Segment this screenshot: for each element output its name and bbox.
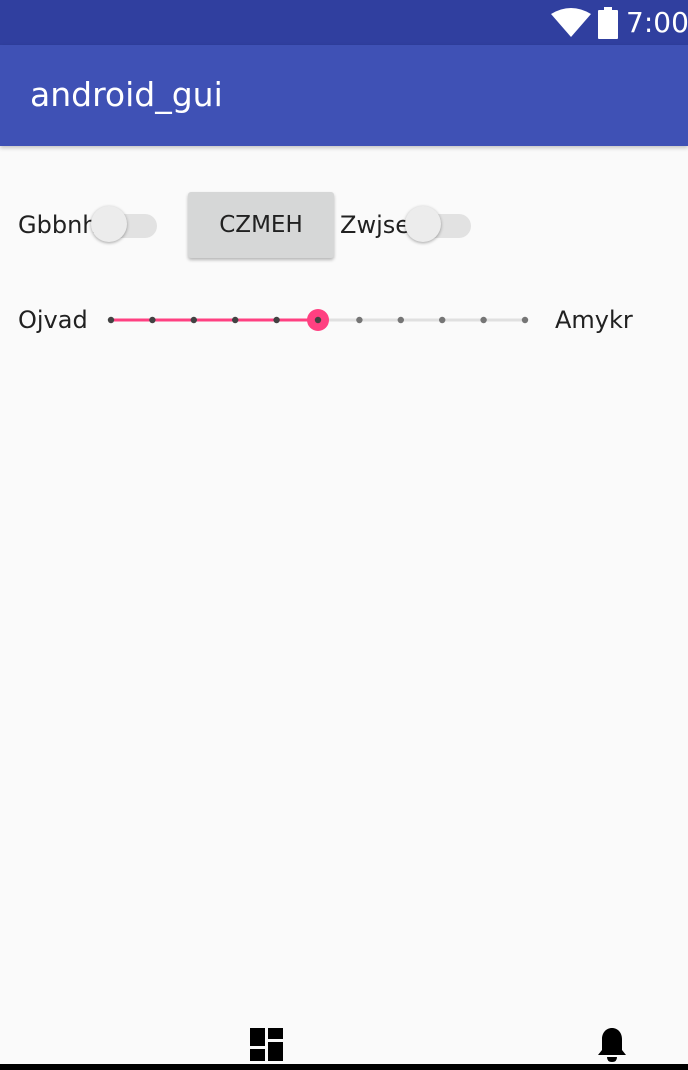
bottom-navigation: [0, 1010, 688, 1070]
seekbar-tick: [480, 316, 487, 324]
switch-gbbnh-label: Gbbnh: [18, 211, 98, 239]
app-title: android_gui: [30, 75, 223, 114]
seekbar-tick: [232, 316, 239, 324]
switch-zwjse-label: Zwjse: [340, 211, 411, 239]
seekbar-right-label: Amykr: [555, 306, 633, 334]
switch-thumb: [91, 206, 127, 242]
screen: 7:00 android_gui Gbbnh CZMEH Zwjse Ojvad…: [0, 0, 688, 1070]
seekbar-tick: [107, 316, 115, 324]
seekbar-tick: [149, 316, 156, 324]
czmeh-button[interactable]: CZMEH: [188, 192, 334, 258]
seekbar-tick: [521, 316, 529, 324]
nav-bottom-edge: [0, 1064, 688, 1070]
switch-zwjse[interactable]: [405, 202, 471, 242]
seekbar-tick: [273, 316, 280, 324]
bell-icon[interactable]: [596, 1026, 628, 1064]
wifi-icon: [551, 8, 591, 37]
status-bar: 7:00: [0, 0, 688, 45]
app-bar: android_gui: [0, 45, 688, 146]
discrete-seekbar[interactable]: [100, 302, 540, 338]
seekbar-thumb-dot: [314, 316, 322, 324]
switch-thumb: [405, 206, 441, 242]
dashboard-icon[interactable]: [250, 1028, 283, 1061]
seekbar-left-label: Ojvad: [18, 306, 88, 334]
battery-icon: [598, 7, 618, 39]
seekbar-tick: [397, 316, 404, 324]
seekbar-tick: [190, 316, 197, 324]
seekbar-tick: [439, 316, 446, 324]
seekbar-tick: [356, 316, 363, 324]
switch-gbbnh[interactable]: [91, 202, 157, 242]
status-time: 7:00: [626, 6, 688, 39]
